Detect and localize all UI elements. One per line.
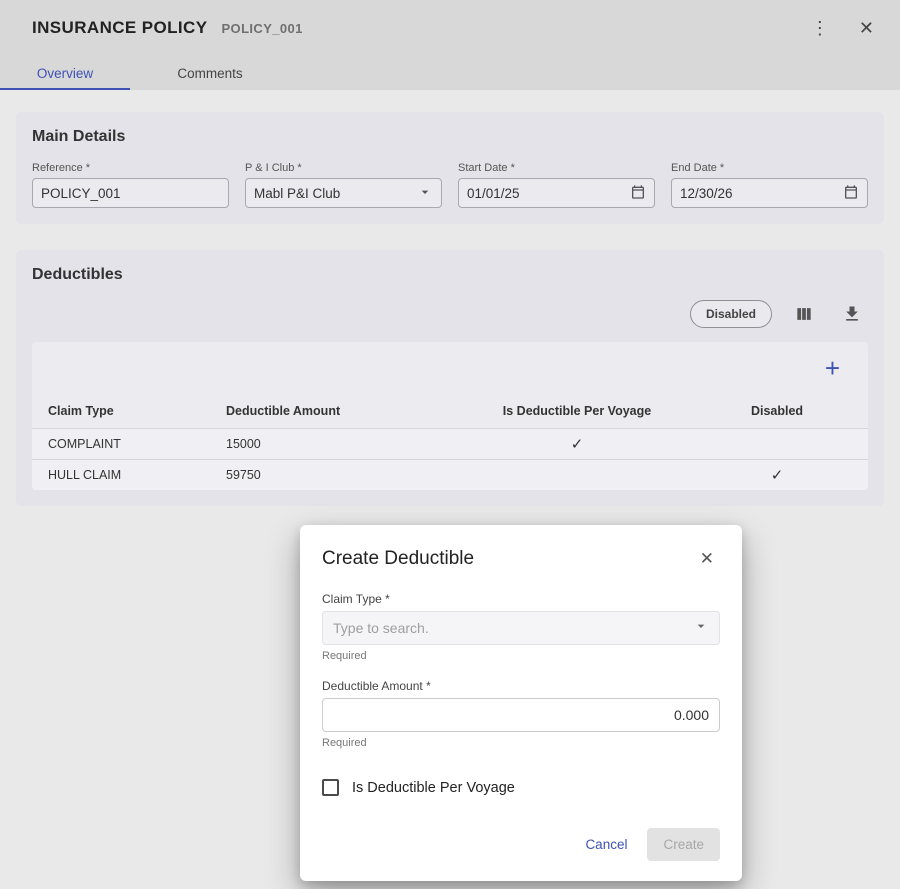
end-date-input-wrap <box>671 178 868 208</box>
column-header-deductible-amount[interactable]: Deductible Amount <box>226 404 452 418</box>
pi-club-label: P & I Club * <box>245 162 442 174</box>
cell-claim-type: HULL CLAIM <box>48 468 226 482</box>
create-deductible-dialog: Create Deductible ✕ Claim Type * Type to… <box>300 525 742 881</box>
window-header: INSURANCE POLICY POLICY_001 ⋮ ✕ Overview… <box>0 0 900 90</box>
dialog-close-icon[interactable]: ✕ <box>694 543 720 575</box>
add-deductible-button[interactable]: + <box>825 355 840 381</box>
page-title: INSURANCE POLICY <box>32 18 207 38</box>
deductible-amount-label: Deductible Amount * <box>322 679 720 693</box>
dialog-title: Create Deductible <box>322 548 474 570</box>
cancel-button[interactable]: Cancel <box>579 829 633 860</box>
table-row[interactable]: COMPLAINT 15000 ✓ <box>32 428 868 459</box>
reference-label: Reference * <box>32 162 229 174</box>
start-date-label: Start Date * <box>458 162 655 174</box>
checkbox-label: Is Deductible Per Voyage <box>352 780 515 796</box>
is-deductible-per-voyage-checkbox-row[interactable]: Is Deductible Per Voyage <box>322 779 720 796</box>
table-actions: + <box>32 342 868 394</box>
main-details-section: Main Details Reference * P & I Club * Ma… <box>16 112 884 224</box>
start-date-field: Start Date * <box>458 162 655 208</box>
create-button[interactable]: Create <box>647 828 720 861</box>
calendar-icon[interactable] <box>843 184 859 203</box>
end-date-input[interactable] <box>680 186 843 201</box>
checkbox-unchecked-icon[interactable] <box>322 779 339 796</box>
cell-disabled-check: ✓ <box>702 466 852 484</box>
start-date-input[interactable] <box>467 186 630 201</box>
cell-deductible-amount: 15000 <box>226 437 452 451</box>
table-row[interactable]: HULL CLAIM 59750 ✓ <box>32 459 868 490</box>
columns-icon[interactable] <box>788 298 820 330</box>
start-date-input-wrap <box>458 178 655 208</box>
dialog-footer: Cancel Create <box>322 828 720 861</box>
claim-type-select[interactable]: Type to search. <box>322 611 720 645</box>
chevron-down-icon <box>693 618 709 639</box>
tab-bar: Overview Comments <box>0 56 900 90</box>
cell-claim-type: COMPLAINT <box>48 437 226 451</box>
deductible-amount-helper: Required <box>322 737 720 749</box>
column-header-disabled[interactable]: Disabled <box>702 404 852 418</box>
end-date-label: End Date * <box>671 162 868 174</box>
cell-deductible-amount: 59750 <box>226 468 452 482</box>
tab-comments[interactable]: Comments <box>130 56 290 90</box>
main-details-title: Main Details <box>32 128 868 146</box>
deductible-amount-input[interactable] <box>322 698 720 732</box>
dialog-header: Create Deductible ✕ <box>322 543 720 575</box>
close-icon[interactable]: ✕ <box>853 13 880 43</box>
content-area: Main Details Reference * P & I Club * Ma… <box>0 90 900 528</box>
deductibles-toolbar: Disabled <box>32 298 868 330</box>
end-date-field: End Date * <box>671 162 868 208</box>
reference-input[interactable] <box>32 178 229 208</box>
tab-overview-label: Overview <box>37 66 93 81</box>
pi-club-select[interactable]: Mabl P&I Club <box>245 178 442 208</box>
tab-overview[interactable]: Overview <box>0 56 130 90</box>
main-details-fields: Reference * P & I Club * Mabl P&I Club S… <box>32 162 868 208</box>
tab-comments-label: Comments <box>177 66 242 81</box>
deductibles-table: + Claim Type Deductible Amount Is Deduct… <box>32 342 868 490</box>
column-header-is-deductible-per-voyage[interactable]: Is Deductible Per Voyage <box>452 404 702 418</box>
claim-type-label: Claim Type * <box>322 592 720 606</box>
download-icon[interactable] <box>836 298 868 330</box>
claim-type-helper: Required <box>322 650 720 662</box>
column-header-claim-type[interactable]: Claim Type <box>48 404 226 418</box>
disabled-filter-button[interactable]: Disabled <box>690 300 772 328</box>
deductibles-section: Deductibles Disabled + Claim Type Deduct… <box>16 250 884 506</box>
cell-is-deductible-per-voyage-check: ✓ <box>452 435 702 453</box>
table-header-row: Claim Type Deductible Amount Is Deductib… <box>32 394 868 428</box>
calendar-icon[interactable] <box>630 184 646 203</box>
claim-type-placeholder: Type to search. <box>333 620 429 636</box>
policy-id: POLICY_001 <box>221 21 302 36</box>
deductibles-title: Deductibles <box>32 266 868 284</box>
kebab-menu-icon[interactable]: ⋮ <box>805 13 835 43</box>
pi-club-value: Mabl P&I Club <box>254 186 417 201</box>
insurance-policy-window: INSURANCE POLICY POLICY_001 ⋮ ✕ Overview… <box>0 0 900 528</box>
chevron-down-icon <box>417 184 433 203</box>
pi-club-field: P & I Club * Mabl P&I Club <box>245 162 442 208</box>
reference-field: Reference * <box>32 162 229 208</box>
